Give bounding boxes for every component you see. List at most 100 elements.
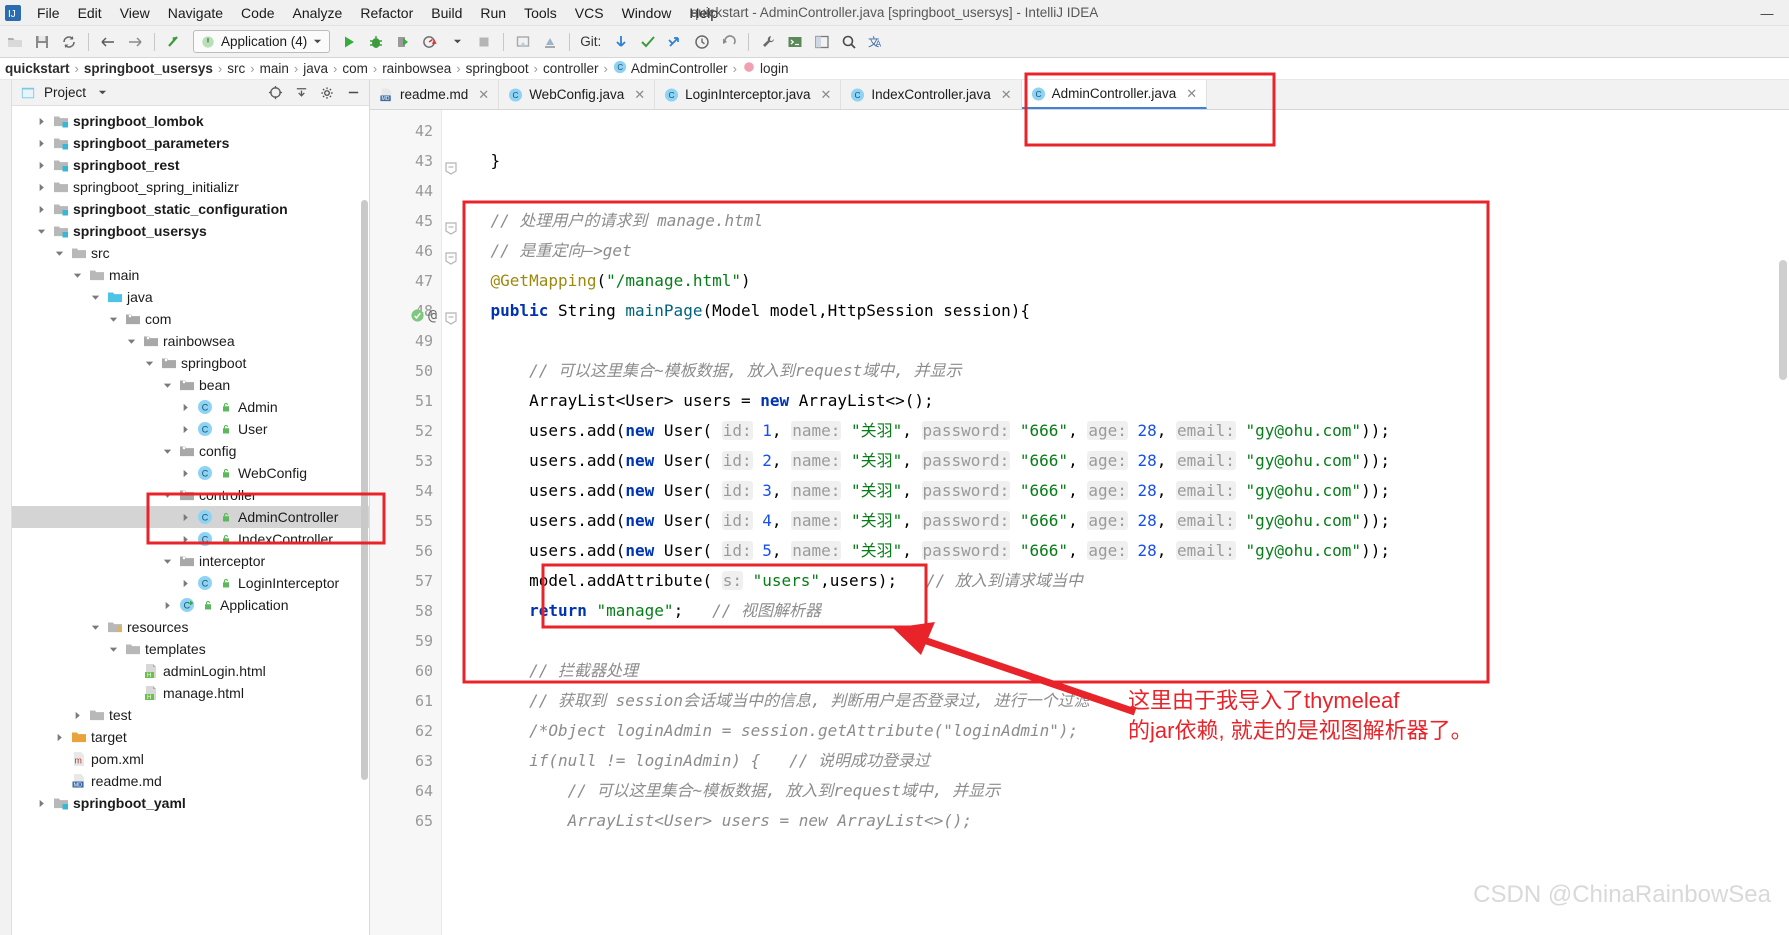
expand-arrow-icon[interactable] [88, 620, 102, 634]
tree-item-springboot-yaml[interactable]: springboot_yaml [12, 792, 369, 814]
tree-item-admincontroller[interactable]: CAdminController [12, 506, 369, 528]
expand-arrow-icon[interactable] [160, 444, 174, 458]
tree-item-interceptor[interactable]: interceptor [12, 550, 369, 572]
menu-file[interactable]: File [28, 2, 69, 24]
expand-arrow-icon[interactable] [178, 422, 192, 436]
locate-icon[interactable] [265, 83, 285, 103]
menu-edit[interactable]: Edit [69, 2, 111, 24]
tree-item-springboot-parameters[interactable]: springboot_parameters [12, 132, 369, 154]
settings-wrench-icon[interactable] [755, 29, 781, 55]
code-line[interactable]: users.add(new User( id: 2, name: "关羽", p… [452, 446, 1789, 476]
minimize-button[interactable]: — [1745, 0, 1789, 26]
expand-arrow-icon[interactable] [178, 466, 192, 480]
expand-arrow-icon[interactable] [178, 400, 192, 414]
breadcrumb[interactable]: quickstart › springboot_usersys › src › … [0, 58, 1789, 80]
run-dropdown-icon[interactable] [444, 29, 470, 55]
project-panel-header[interactable]: Project [12, 80, 369, 106]
debug-button[interactable] [363, 29, 389, 55]
previous-edit-icon[interactable] [161, 29, 187, 55]
code-line[interactable]: if(null != loginAdmin) { // 说明成功登录过 [452, 746, 1789, 776]
code-line[interactable]: ArrayList<User> users = new ArrayList<>(… [452, 386, 1789, 416]
close-icon[interactable]: ✕ [478, 87, 489, 103]
expand-arrow-icon[interactable] [160, 598, 174, 612]
hide-panel-icon[interactable] [343, 83, 363, 103]
run-configuration-selector[interactable]: Application (4) [193, 30, 330, 53]
expand-arrow-icon[interactable] [34, 180, 48, 194]
expand-arrow-icon[interactable] [178, 576, 192, 590]
tree-item-com[interactable]: com [12, 308, 369, 330]
expand-arrow-icon[interactable] [124, 334, 138, 348]
menu-run[interactable]: Run [471, 2, 515, 24]
tree-item-springboot-static-configuration[interactable]: springboot_static_configuration [12, 198, 369, 220]
code-line[interactable]: @GetMapping("/manage.html") [452, 266, 1789, 296]
editor-tab-webconfig-java[interactable]: CWebConfig.java✕ [499, 80, 655, 109]
code-line[interactable]: users.add(new User( id: 1, name: "关羽", p… [452, 416, 1789, 446]
save-all-icon[interactable] [29, 29, 55, 55]
breadcrumb-item-controller[interactable]: controller [538, 61, 604, 76]
tree-item-test[interactable]: test [12, 704, 369, 726]
expand-arrow-icon[interactable] [106, 312, 120, 326]
expand-arrow-icon[interactable] [142, 356, 156, 370]
expand-arrow-icon[interactable] [70, 268, 84, 282]
expand-arrow-icon[interactable] [160, 554, 174, 568]
git-commit-icon[interactable] [635, 29, 661, 55]
run-with-coverage-button[interactable] [390, 29, 416, 55]
expand-arrow-icon[interactable] [106, 642, 120, 656]
expand-arrow-icon[interactable] [34, 202, 48, 216]
code-content[interactable]: } // 处理用户的请求到 manage.html // 是重定向—>get @… [442, 110, 1789, 935]
tree-item-templates[interactable]: templates [12, 638, 369, 660]
editor-tab-logininterceptor-java[interactable]: CLoginInterceptor.java✕ [655, 80, 841, 109]
expand-arrow-icon[interactable] [88, 290, 102, 304]
expand-arrow-icon[interactable] [160, 378, 174, 392]
main-toolbar[interactable]: Application (4) Git: [0, 26, 1789, 58]
line-number-gutter[interactable]: 42434445464748@4950515253545556575859606… [370, 110, 442, 935]
close-icon[interactable]: ✕ [821, 87, 832, 103]
gear-icon[interactable] [317, 83, 337, 103]
code-line[interactable]: users.add(new User( id: 5, name: "关羽", p… [452, 536, 1789, 566]
close-icon[interactable]: ✕ [1186, 86, 1197, 102]
expand-arrow-icon[interactable] [52, 730, 66, 744]
expand-arrow-icon[interactable] [160, 488, 174, 502]
breadcrumb-item-login[interactable]: login [737, 60, 794, 77]
project-tree[interactable]: springboot_lombokspringboot_parameterssp… [12, 106, 369, 935]
build-module-icon[interactable] [537, 29, 563, 55]
tree-item-logininterceptor[interactable]: CLoginInterceptor [12, 572, 369, 594]
expand-arrow-icon[interactable] [52, 246, 66, 260]
left-tool-strip[interactable] [0, 80, 12, 935]
forward-arrow-icon[interactable] [122, 29, 148, 55]
menu-tools[interactable]: Tools [515, 2, 566, 24]
editor-tab-admincontroller-java[interactable]: CAdminController.java✕ [1022, 80, 1207, 109]
breadcrumb-item-src[interactable]: src [222, 61, 250, 76]
code-line[interactable]: // 拦截器处理 [452, 656, 1789, 686]
project-sidebar[interactable]: Project springboot_lombokspringboot_para… [12, 80, 370, 935]
code-line[interactable]: public String mainPage(Model model,HttpS… [452, 296, 1789, 326]
tree-item-webconfig[interactable]: CWebConfig [12, 462, 369, 484]
code-line[interactable]: users.add(new User( id: 3, name: "关羽", p… [452, 476, 1789, 506]
profile-button[interactable] [417, 29, 443, 55]
sidebar-scrollbar[interactable] [361, 200, 368, 780]
code-line[interactable]: // 可以这里集合~模板数据, 放入到request域中, 并显示 [452, 356, 1789, 386]
tree-item-readme-md[interactable]: MDreadme.md [12, 770, 369, 792]
close-icon[interactable]: ✕ [1001, 87, 1012, 103]
editor-scrollbar[interactable] [1779, 260, 1787, 380]
editor-tab-bar[interactable]: MDreadme.md✕CWebConfig.java✕CLoginInterc… [370, 80, 1789, 110]
code-line[interactable] [452, 626, 1789, 656]
tree-item-config[interactable]: config [12, 440, 369, 462]
stop-button[interactable] [471, 29, 497, 55]
rollback-icon[interactable] [716, 29, 742, 55]
tree-item-java[interactable]: java [12, 286, 369, 308]
editor-tab-indexcontroller-java[interactable]: CIndexController.java✕ [841, 80, 1021, 109]
editor-tab-readme-md[interactable]: MDreadme.md✕ [370, 80, 499, 109]
breadcrumb-item-admincontroller[interactable]: C AdminController [608, 60, 733, 77]
breadcrumb-item-java[interactable]: java [298, 61, 333, 76]
menu-view[interactable]: View [111, 2, 159, 24]
tree-item-adminlogin-html[interactable]: HadminLogin.html [12, 660, 369, 682]
menu-window[interactable]: Window [613, 2, 681, 24]
menu-bar[interactable]: File Edit View Navigate Code Analyze Ref… [28, 2, 727, 24]
tree-item-user[interactable]: CUser [12, 418, 369, 440]
code-line[interactable]: /*Object loginAdmin = session.getAttribu… [452, 716, 1789, 746]
tree-item-application[interactable]: CApplication [12, 594, 369, 616]
code-line[interactable] [452, 326, 1789, 356]
collapse-all-icon[interactable] [291, 83, 311, 103]
open-project-icon[interactable] [2, 29, 28, 55]
